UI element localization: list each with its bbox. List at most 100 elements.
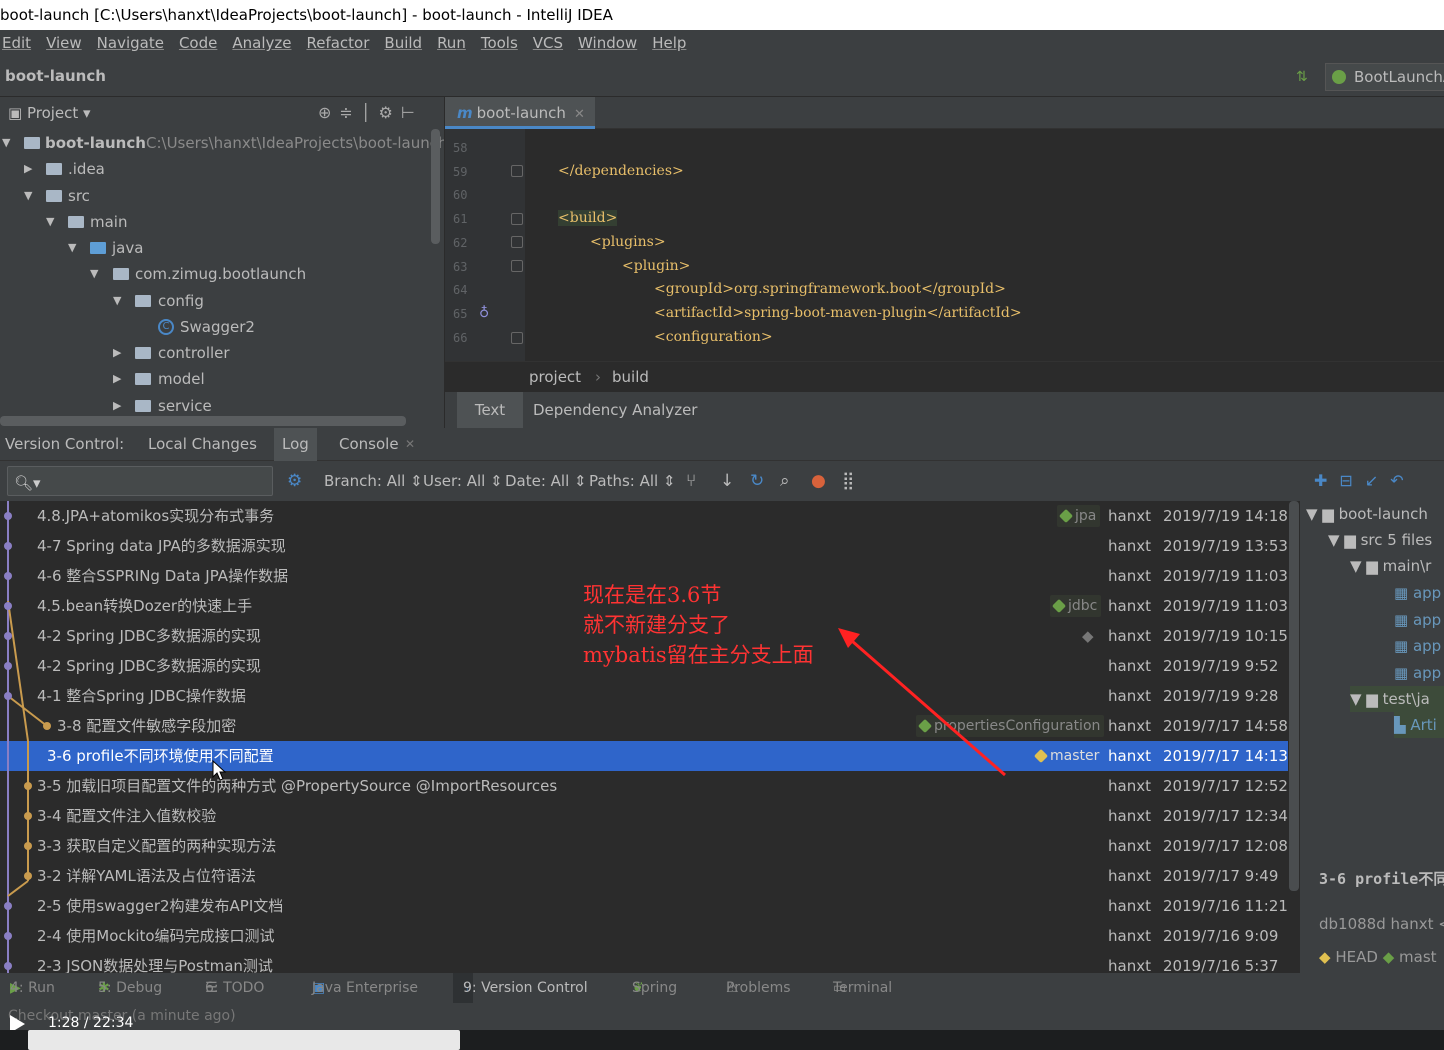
refresh-icon[interactable]: ↻ [750,461,764,501]
tree-node-controller[interactable]: ▶ controller [0,340,444,366]
paths-filter[interactable]: Paths: All ⇕ [589,461,676,501]
package-icon [113,268,129,280]
project-view-selector[interactable]: ▣ Project ▾ [8,97,91,129]
annotation-line: 现在是在3.6节 [583,583,722,607]
project-panel-tools[interactable]: ⊕≑│⚙⊢ [318,97,423,129]
menu-tools[interactable]: Tools [481,30,518,57]
menu-run[interactable]: Run [437,30,466,57]
commit-row[interactable]: 3-3 获取自定义配置的两种实现方法 hanxt 2019/7/17 12:08 [0,831,1288,861]
changes-file[interactable]: ▦ app [1394,607,1441,633]
fold-marker[interactable] [511,165,523,177]
editor-tab-bar: m boot-launch ✕ [445,97,1444,129]
commit-row[interactable]: 3-5 加载旧项目配置文件的两种方式 @PropertySource @Impo… [0,771,1288,801]
close-icon[interactable]: ✕ [405,428,415,461]
commit-date: 2019/7/19 14:18 [1163,507,1288,525]
menu-window[interactable]: Window [578,30,637,57]
commit-date: 2019/7/17 14:58 [1163,717,1288,735]
vcs-update-icon[interactable]: ⇅ [1296,69,1314,87]
menu-refactor[interactable]: Refactor [306,30,369,57]
date-filter[interactable]: Date: All ⇕ [505,461,587,501]
changed-files-panel: ✚⊟↙↶ ▼ ▆ boot-launch ▼ ▆ src 5 files ▼ ▆… [1300,461,1444,973]
changes-label: main\r [1382,557,1432,575]
gear-icon[interactable]: ⚙ [287,461,302,501]
close-icon[interactable]: ✕ [574,107,585,122]
commit-row[interactable]: 4-1 整合Spring JDBC操作数据 hanxt 2019/7/19 9:28 [0,681,1288,711]
log-search-input[interactable]: 🔍︎▾ [7,466,273,496]
commit-row[interactable]: 2-3 JSON数据处理与Postman测试 hanxt 2019/7/16 5:3… [0,951,1288,973]
project-tree-hscrollbar[interactable] [0,416,406,426]
commit-row[interactable]: 4-7 Spring data JPA的多数据源实现 hanxt 2019/7/19… [0,531,1288,561]
menu-view[interactable]: View [46,30,82,57]
commit-row[interactable]: 2-5 使用swagger2构建发布API文档 hanxt 2019/7/16 11… [0,891,1288,921]
tree-node-src[interactable]: ▼ src [0,183,444,209]
commit-row[interactable]: 3-8 配置文件敏感字段加密 propertiesConfiguration han… [0,711,1288,741]
tree-node-config[interactable]: ▼ config [0,288,444,314]
tree-node-idea[interactable]: ▶ .idea [0,156,444,182]
menu-navigate[interactable]: Navigate [97,30,164,57]
tree-node-model[interactable]: ▶ model [0,366,444,392]
menu-code[interactable]: Code [179,30,217,57]
class-icon: C [158,319,174,335]
tool-label: Java Enterprise [312,980,419,996]
breadcrumb-build[interactable]: build [612,362,649,392]
commit-log-scrollbar[interactable] [1289,501,1299,891]
commit-date: 2019/7/16 5:37 [1163,957,1279,973]
commit-row[interactable]: 3-2 详解YAML语法及占位符语法 hanxt 2019/7/17 9:49 [0,861,1288,891]
tab-local-changes[interactable]: Local Changes [148,428,257,461]
tree-node-swagger2[interactable]: C Swagger2 [0,314,444,340]
commit-row[interactable]: 2-4 使用Mockito编码完成接口测试 hanxt 2019/7/16 9:09 [0,921,1288,951]
menu-vcs[interactable]: VCS [533,30,563,57]
version-control-tool-button[interactable]: ⑂ 9: Version Control [453,973,588,1003]
tab-text[interactable]: Text [457,392,523,428]
commit-message: 4-1 整合Spring JDBC操作数据 [37,687,246,705]
menu-build[interactable]: Build [384,30,422,57]
tab-dependency-analyzer[interactable]: Dependency Analyzer [533,392,697,428]
menu-analyze[interactable]: Analyze [232,30,291,57]
tree-node-main[interactable]: ▼ main [0,209,444,235]
changes-file[interactable]: ▦ app [1394,580,1441,606]
changes-main[interactable]: ▼ ▆ main\r [1350,553,1431,579]
run-configuration-selector[interactable]: BootLaunchA [1325,63,1444,91]
commit-date: 2019/7/19 13:53 [1163,537,1288,555]
intellisort-icon[interactable]: ⣿ [842,461,854,501]
graph-options-icon[interactable]: ⑂ [686,461,696,501]
changes-src[interactable]: ▼ ▆ src 5 files [1328,527,1432,553]
menu-help[interactable]: Help [652,30,686,57]
editor-tab-pom[interactable]: m boot-launch ✕ [445,97,595,129]
changes-label: app [1412,584,1442,602]
breadcrumb-project[interactable]: project [529,362,581,392]
changes-file[interactable]: ▙ Arti [1394,712,1444,738]
tab-log[interactable]: Log [274,428,317,461]
taskbar-search-box[interactable] [28,1030,460,1050]
tree-node-package[interactable]: ▼ com.zimug.bootlaunch [0,261,444,287]
tab-console[interactable]: Console [339,428,399,461]
user-filter[interactable]: User: All ⇕ [423,461,503,501]
commit-date: 2019/7/19 11:03 [1163,567,1288,585]
changes-test[interactable]: ▼ ▆ test\ja [1350,686,1444,712]
arrow-down-icon[interactable]: ↓ [720,461,734,501]
fold-marker[interactable] [511,260,523,272]
changes-toolbar[interactable]: ✚⊟↙↶ [1300,461,1444,501]
fold-marker[interactable] [511,213,523,225]
branch-filter[interactable]: Branch: All ⇕ [324,461,423,501]
commit-row-selected[interactable]: 3-6 profile不同环境使用不同配置 master hanxt 2019/7/1… [0,741,1288,771]
changes-root[interactable]: ▼ ▆ boot-launch [1306,501,1428,527]
commit-date: 2019/7/17 12:34 [1163,807,1288,825]
changes-file[interactable]: ▦ app [1394,660,1441,686]
commit-date: 2019/7/19 9:28 [1163,687,1279,705]
code-editor[interactable]: 58 59 60 61 62 63 64 65 66 ♁ </dependenc… [445,129,1444,361]
changes-label: Arti [1410,716,1437,734]
project-breadcrumb[interactable]: boot-launch [5,67,106,85]
fold-marker[interactable] [511,332,523,344]
changes-file[interactable]: ▦ app [1394,633,1441,659]
project-tree-scrollbar[interactable] [431,129,440,244]
magnifier-icon[interactable]: ⌕ [780,461,790,501]
fold-marker[interactable] [511,236,523,248]
tree-node-java[interactable]: ▼ java [0,235,444,261]
commit-row[interactable]: 4.8.JPA+atomikos实现分布式事务 jpa hanxt 2019/7/19… [0,501,1288,531]
menu-edit[interactable]: Edit [2,30,31,57]
maven-plugin-gutter-icon[interactable]: ♁ [479,305,489,321]
commit-row[interactable]: 3-4 配置文件注入值数校验 hanxt 2019/7/17 12:34 [0,801,1288,831]
cherry-pick-icon[interactable]: ● [811,461,826,501]
tree-node-root[interactable]: ▼ boot-launch C:\Users\hanxt\IdeaProject… [0,130,444,156]
